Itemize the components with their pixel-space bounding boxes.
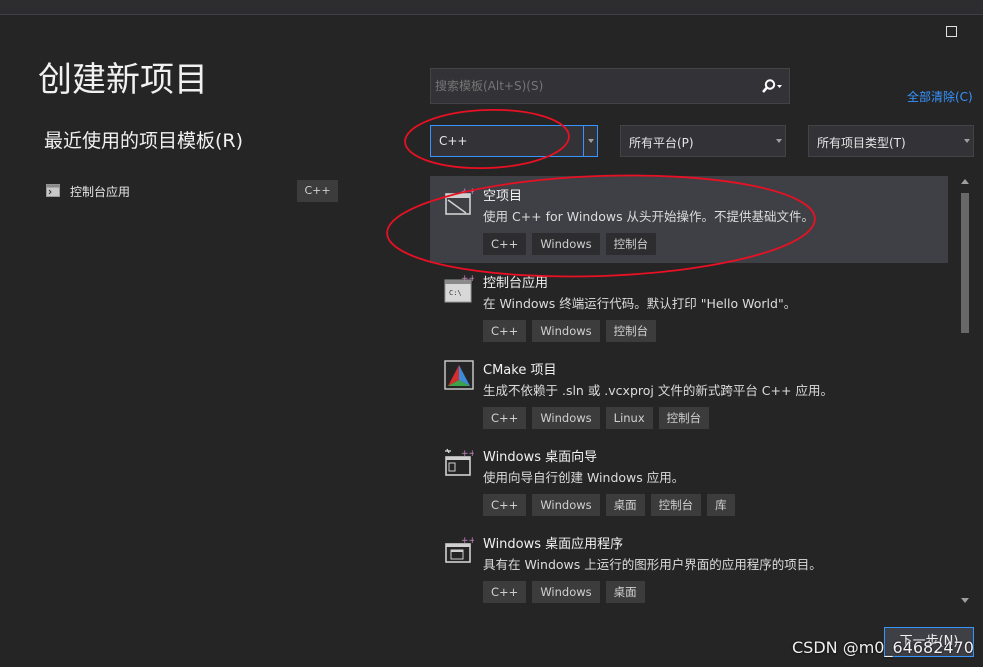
template-tag: Windows <box>532 233 600 255</box>
recent-item-tag: C++ <box>297 180 338 202</box>
template-tag: 桌面 <box>605 581 645 603</box>
template-empty-project[interactable]: ++ 空项目 使用 C++ for Windows 从头开始操作。不提供基础文件… <box>430 176 948 263</box>
clear-all-link[interactable]: 全部清除(C) <box>907 88 973 105</box>
console-app-icon: C:\ ++ <box>444 274 474 303</box>
template-search[interactable] <box>430 68 790 104</box>
template-list[interactable]: ++ 空项目 使用 C++ for Windows 从头开始操作。不提供基础文件… <box>430 174 950 606</box>
maximize-icon[interactable] <box>946 26 957 37</box>
cmake-icon <box>444 360 474 390</box>
language-filter-value: C++ <box>439 134 468 148</box>
template-list-scrollbar[interactable] <box>957 176 973 608</box>
template-cmake-project[interactable]: CMake 项目 生成不依赖于 .sln 或 .vcxproj 文件的新式跨平台… <box>430 350 948 437</box>
scrollbar-thumb[interactable] <box>961 193 969 333</box>
recent-item-console-app[interactable]: 控制台应用 C++ <box>46 180 340 204</box>
template-desktop-wizard[interactable]: ++ Windows 桌面向导 使用向导自行创建 Windows 应用。 C++… <box>430 437 948 524</box>
template-tag: 控制台 <box>605 233 657 255</box>
template-tag: 库 <box>707 494 735 516</box>
template-name: 空项目 <box>483 189 523 204</box>
template-tag: C++ <box>483 320 527 342</box>
page-title: 创建新项目 <box>38 60 208 100</box>
template-tag: Windows <box>532 494 600 516</box>
search-icon[interactable] <box>761 78 783 96</box>
template-description: 在 Windows 终端运行代码。默认打印 "Hello World"。 <box>483 296 797 311</box>
empty-project-icon: ++ <box>445 187 474 215</box>
watermark: CSDN @m0_64682470 <box>792 638 974 657</box>
template-tag: 控制台 <box>658 407 710 429</box>
template-tag: C++ <box>483 407 527 429</box>
recent-item-label: 控制台应用 <box>70 185 131 199</box>
template-tag: 控制台 <box>650 494 702 516</box>
desktop-app-icon: ++ <box>445 536 474 563</box>
scroll-up-icon[interactable] <box>961 179 969 184</box>
template-tag: Windows <box>532 320 600 342</box>
template-tag: Linux <box>605 407 653 429</box>
svg-text:++: ++ <box>461 449 474 459</box>
platform-filter-value: 所有平台(P) <box>629 136 694 150</box>
template-tag: Windows <box>532 581 600 603</box>
language-filter-dropdown[interactable]: C++ <box>430 125 598 157</box>
template-tag: Windows <box>532 407 600 429</box>
desktop-wizard-icon: ++ <box>445 448 474 476</box>
template-description: 使用向导自行创建 Windows 应用。 <box>483 470 685 485</box>
project-type-filter-value: 所有项目类型(T) <box>817 136 906 150</box>
template-tag: 控制台 <box>605 320 657 342</box>
chevron-down-icon[interactable] <box>588 139 594 143</box>
template-tag: C++ <box>483 233 527 255</box>
svg-text:++: ++ <box>461 274 474 284</box>
project-type-filter-dropdown[interactable]: 所有项目类型(T) <box>808 125 974 157</box>
template-name: Windows 桌面向导 <box>483 450 598 465</box>
template-description: 使用 C++ for Windows 从头开始操作。不提供基础文件。 <box>483 209 815 224</box>
template-console-app[interactable]: C:\ ++ 控制台应用 在 Windows 终端运行代码。默认打印 "Hell… <box>430 263 948 350</box>
template-name: CMake 项目 <box>483 363 557 378</box>
search-input[interactable] <box>431 69 751 103</box>
chevron-down-icon[interactable] <box>776 139 782 143</box>
title-bar <box>0 0 983 15</box>
dropdown-divider <box>583 126 584 156</box>
template-description: 具有在 Windows 上运行的图形用户界面的应用程序的项目。 <box>483 557 822 572</box>
svg-text:++: ++ <box>461 187 474 197</box>
svg-text:C:\: C:\ <box>449 289 462 297</box>
template-tag: C++ <box>483 581 527 603</box>
template-name: Windows 桌面应用程序 <box>483 537 624 552</box>
template-tag: C++ <box>483 494 527 516</box>
template-desktop-app[interactable]: ++ Windows 桌面应用程序 具有在 Windows 上运行的图形用户界面… <box>430 524 948 606</box>
scroll-down-icon[interactable] <box>961 598 969 603</box>
platform-filter-dropdown[interactable]: 所有平台(P) <box>620 125 786 157</box>
template-description: 生成不依赖于 .sln 或 .vcxproj 文件的新式跨平台 C++ 应用。 <box>483 383 833 398</box>
template-name: 控制台应用 <box>483 276 549 291</box>
recent-templates-heading: 最近使用的项目模板(R) <box>44 130 244 152</box>
svg-text:++: ++ <box>461 536 474 546</box>
chevron-down-icon[interactable] <box>964 139 970 143</box>
console-app-icon <box>46 184 60 197</box>
template-tag: 桌面 <box>605 494 645 516</box>
